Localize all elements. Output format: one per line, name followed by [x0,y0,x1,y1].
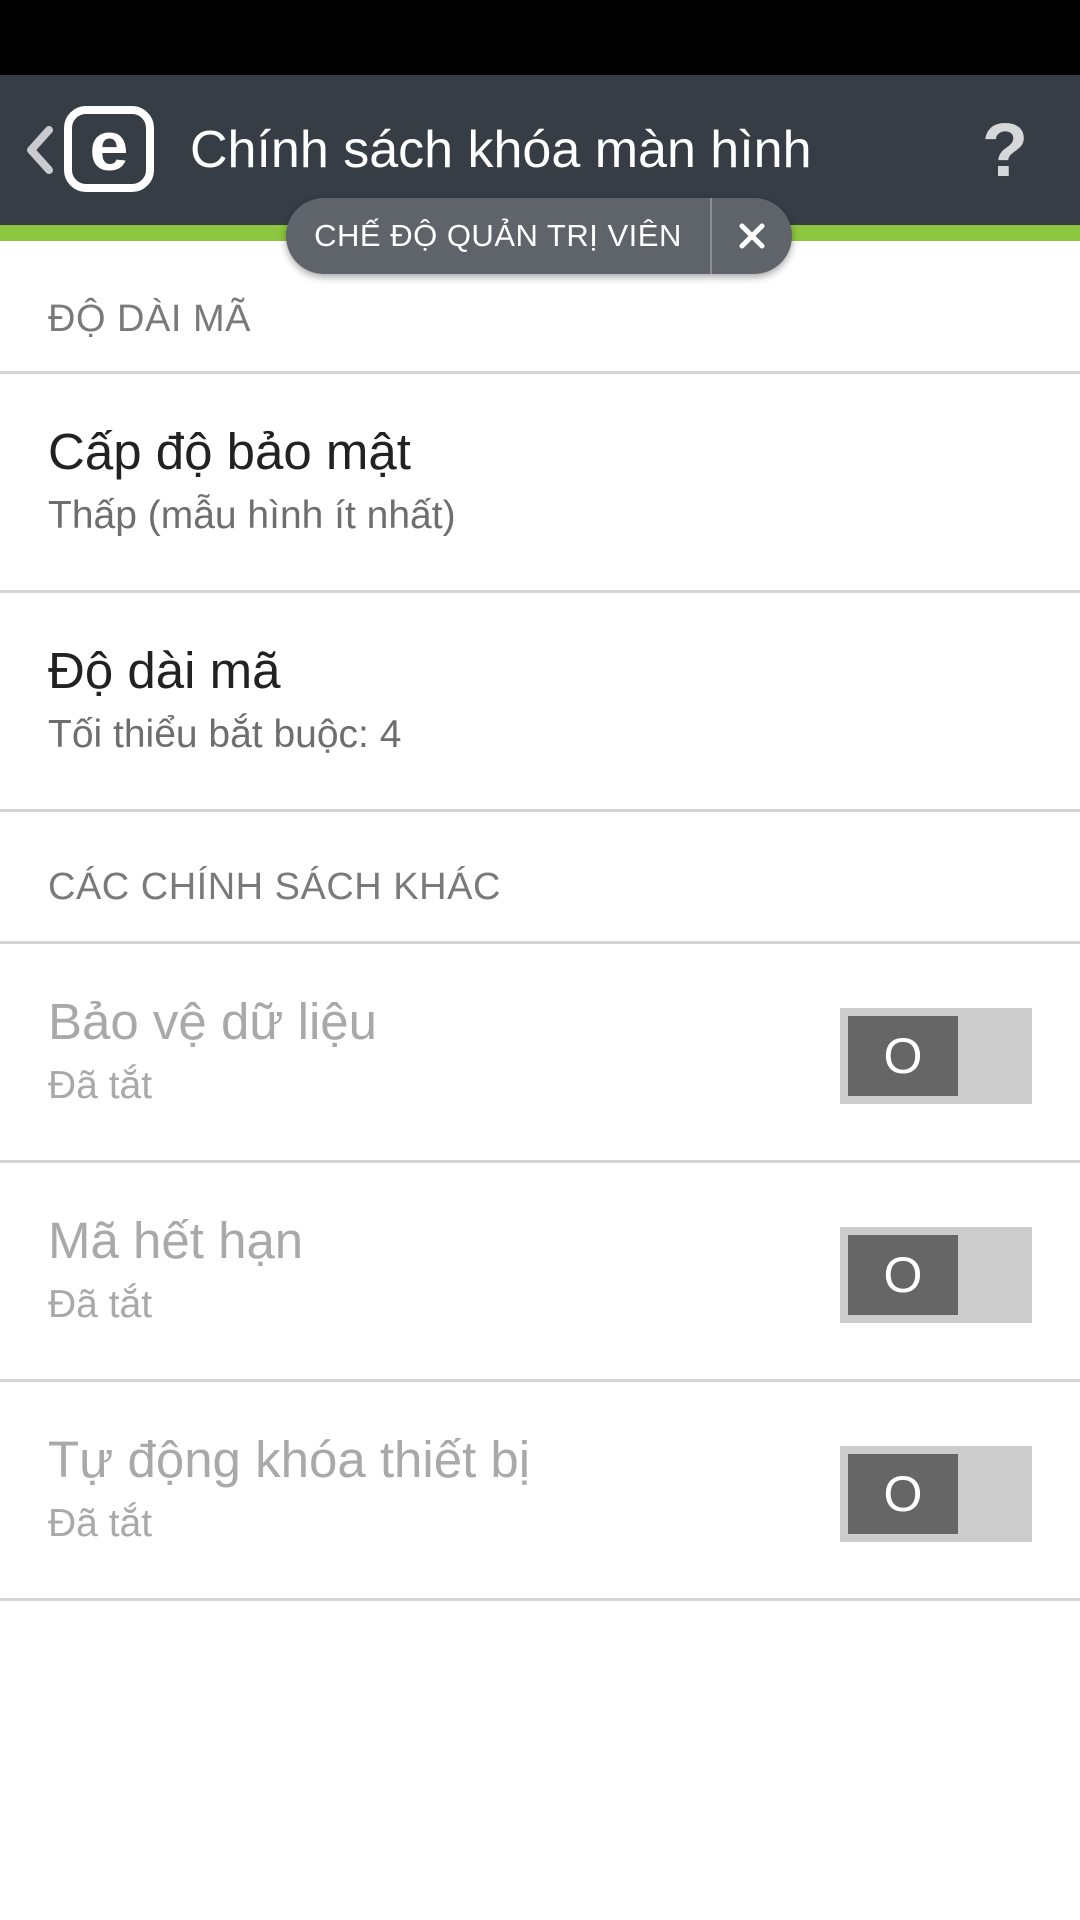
chevron-left-icon [27,126,53,174]
toggle-knob: O [848,1235,958,1315]
setting-title: Độ dài mã [48,642,281,699]
divider [0,809,1080,812]
setting-row-auto-lock[interactable]: Tự động khóa thiết bị Đã tắt O [0,1382,1080,1598]
setting-row-code-expiration[interactable]: Mã hết hạn Đã tắt O [0,1163,1080,1379]
admin-mode-close-button[interactable] [712,198,792,274]
data-protection-toggle[interactable]: O [840,1008,1032,1104]
setting-row-code-length[interactable]: Độ dài mã Tối thiểu bắt buộc: 4 [0,593,1080,809]
setting-subtitle: Tối thiểu bắt buộc: 4 [48,713,402,756]
close-icon [739,223,765,249]
help-button[interactable]: ? [950,75,1060,225]
section-header-code-length: ĐỘ DÀI MÃ [48,298,251,340]
setting-title: Tự động khóa thiết bị [48,1431,531,1488]
toggle-knob: O [848,1454,958,1534]
setting-subtitle: Đã tắt [48,1064,153,1107]
status-bar [0,0,1080,75]
setting-title: Bảo vệ dữ liệu [48,993,378,1050]
code-expiration-toggle[interactable]: O [840,1227,1032,1323]
admin-mode-banner[interactable]: CHẾ ĐỘ QUẢN TRỊ VIÊN [286,198,792,274]
admin-mode-label: CHẾ ĐỘ QUẢN TRỊ VIÊN [314,218,682,253]
back-button[interactable] [20,75,60,225]
toggle-knob: O [848,1016,958,1096]
setting-title: Cấp độ bảo mật [48,423,411,480]
setting-title: Mã hết hạn [48,1212,304,1269]
section-header-other-policies: CÁC CHÍNH SÁCH KHÁC [48,866,501,908]
eset-logo: e [64,106,154,192]
logo-letter: e [89,107,129,185]
auto-lock-toggle[interactable]: O [840,1446,1032,1542]
setting-subtitle: Đã tắt [48,1283,153,1326]
setting-row-security-level[interactable]: Cấp độ bảo mật Thấp (mẫu hình ít nhất) [0,374,1080,590]
question-mark-icon: ? [981,107,1029,193]
setting-row-data-protection[interactable]: Bảo vệ dữ liệu Đã tắt O [0,944,1080,1160]
setting-subtitle: Thấp (mẫu hình ít nhất) [48,494,456,537]
divider [0,1598,1080,1601]
setting-subtitle: Đã tắt [48,1502,153,1545]
